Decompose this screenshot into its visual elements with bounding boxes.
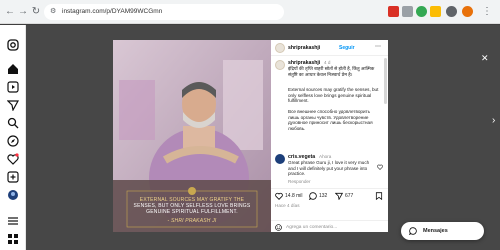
caption-hindi: इंद्रियों की तृप्ति बाहरी स्रोतों से होत… bbox=[288, 66, 375, 77]
messages-button[interactable]: Mensajes bbox=[401, 222, 484, 240]
shares-count: 677 bbox=[345, 193, 354, 199]
comment-bubble-icon[interactable] bbox=[309, 192, 317, 200]
save-bookmark-icon[interactable] bbox=[375, 192, 383, 200]
more-options-icon[interactable]: ⋯ bbox=[375, 43, 381, 50]
next-post-icon[interactable]: › bbox=[492, 115, 495, 126]
likes-count: 14.8 mil bbox=[285, 193, 303, 199]
extension-youtube-icon[interactable] bbox=[388, 6, 399, 17]
share-icon[interactable] bbox=[335, 192, 343, 200]
post-actions: 14.8 mil 132 677 Hace 4 días Agrega un c… bbox=[271, 188, 388, 232]
add-comment-input[interactable]: Agrega un comentario... bbox=[286, 225, 337, 231]
post-header: shriprakashji Seguir ⋯ bbox=[271, 40, 388, 56]
address-bar[interactable]: ⚙ instagram.com/p/DYAM99WCGmn bbox=[44, 4, 284, 20]
messenger-icon bbox=[409, 227, 417, 235]
apps-grid-icon[interactable] bbox=[7, 233, 19, 245]
post-side-panel: shriprakashji Seguir ⋯ shriprakashji 4 d… bbox=[271, 40, 388, 232]
search-icon[interactable] bbox=[7, 117, 19, 129]
close-icon[interactable]: ✕ bbox=[481, 53, 489, 64]
share-action[interactable]: 677 bbox=[335, 192, 353, 200]
post-modal: EXTERNAL SOURCES MAY GRATIFY THE SENSES,… bbox=[113, 40, 388, 232]
messages-label: Mensajes bbox=[423, 228, 448, 234]
like-action[interactable]: 14.8 mil bbox=[275, 192, 303, 200]
add-comment-bar: Agrega un comentario... bbox=[271, 220, 388, 233]
downloads-icon[interactable] bbox=[446, 6, 457, 17]
extension-green-icon[interactable] bbox=[416, 6, 427, 17]
forward-icon[interactable]: → bbox=[16, 5, 30, 19]
instagram-page: ✕ › EXTERNAL SOURCES MAY GRATIFY THE SEN… bbox=[0, 25, 500, 250]
caption-time: 4 d bbox=[324, 60, 331, 65]
comments-count: 132 bbox=[319, 193, 328, 199]
quote-attribution: - SHRI PRAKASH JI bbox=[167, 218, 217, 224]
post-image[interactable]: EXTERNAL SOURCES MAY GRATIFY THE SENSES,… bbox=[113, 40, 271, 232]
notifications-heart-icon[interactable] bbox=[7, 153, 19, 165]
comments-scrollbar[interactable] bbox=[384, 58, 387, 104]
author-username[interactable]: shriprakashji bbox=[288, 45, 320, 51]
browser-toolbar: ← → ↻ ⚙ instagram.com/p/DYAM99WCGmn ⋮ bbox=[0, 0, 500, 24]
comment-time: Ahora bbox=[319, 154, 332, 159]
create-icon[interactable] bbox=[7, 171, 19, 183]
profile-avatar-icon[interactable] bbox=[462, 6, 473, 17]
like-heart-icon[interactable] bbox=[275, 192, 283, 200]
reels-icon[interactable] bbox=[7, 81, 19, 93]
emoji-icon[interactable] bbox=[275, 224, 282, 231]
caption-english: External sources may gratify the senses,… bbox=[288, 87, 379, 104]
menu-kebab-icon[interactable]: ⋮ bbox=[480, 5, 494, 19]
explore-icon[interactable] bbox=[7, 135, 19, 147]
reply-link[interactable]: Responder bbox=[288, 179, 310, 185]
extension-icon[interactable] bbox=[402, 6, 413, 17]
author-avatar[interactable] bbox=[275, 43, 285, 53]
caption-avatar[interactable] bbox=[275, 60, 285, 70]
extension-yellow-icon[interactable] bbox=[430, 6, 441, 17]
back-icon[interactable]: ← bbox=[3, 5, 17, 19]
comment-like-icon[interactable] bbox=[377, 164, 383, 170]
post-quote-text: EXTERNAL SOURCES MAY GRATIFY THE SENSES,… bbox=[113, 197, 271, 224]
reload-icon[interactable]: ↻ bbox=[29, 5, 43, 19]
comment-text: Great phrase Guru ji, I love it very muc… bbox=[288, 160, 370, 177]
instagram-logo-icon[interactable] bbox=[7, 39, 19, 51]
comment-action[interactable]: 132 bbox=[309, 192, 327, 200]
site-info-icon[interactable]: ⚙ bbox=[50, 4, 56, 20]
url-text: instagram.com/p/DYAM99WCGmn bbox=[62, 8, 163, 15]
sidebar bbox=[0, 25, 26, 250]
profile-icon[interactable] bbox=[7, 189, 19, 201]
quote-line-3: GENUINE SPIRITUAL FULFILLMENT. bbox=[146, 209, 238, 215]
send-icon[interactable] bbox=[7, 99, 19, 111]
caption-russian: Все внешнее способно удовлетворить лишь … bbox=[288, 109, 373, 131]
commenter-avatar[interactable] bbox=[275, 154, 285, 164]
home-icon[interactable] bbox=[7, 63, 19, 75]
menu-icon[interactable] bbox=[7, 215, 19, 227]
follow-button[interactable]: Seguir bbox=[339, 45, 355, 51]
posted-date: Hace 4 días bbox=[275, 203, 300, 208]
